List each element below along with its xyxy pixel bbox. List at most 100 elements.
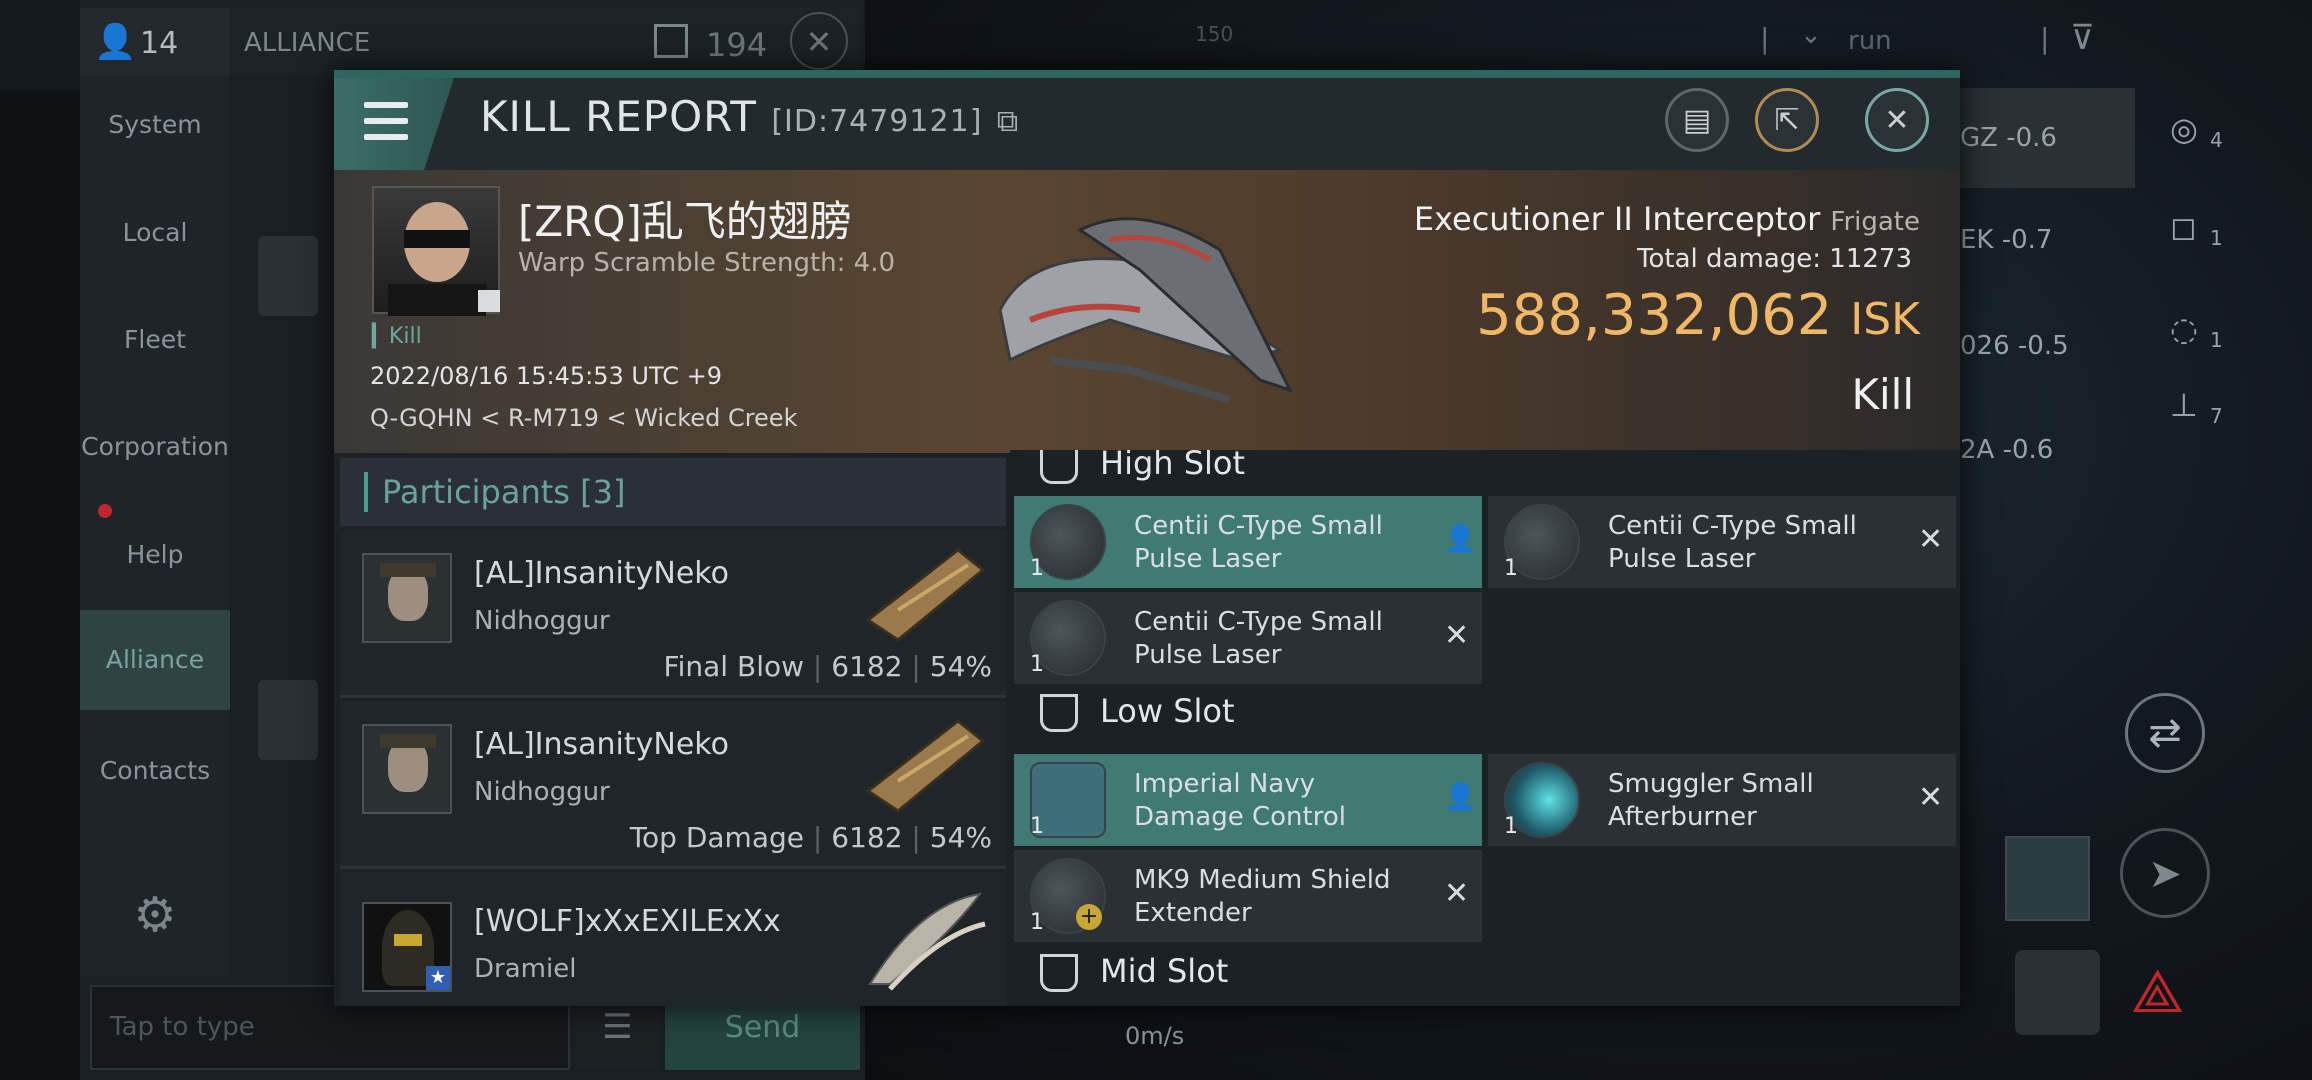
participant-row[interactable]: [AL]InsanityNeko Nidhoggur Final Blow | …	[340, 530, 1006, 698]
fitting-panel: High Slot 1 Centii C-Type Small Pulse La…	[1010, 450, 1960, 1006]
module-name: Centii C-Type Small Pulse Laser	[1134, 511, 1383, 574]
filter-icon[interactable]: ⊽	[2070, 18, 2095, 58]
user-icon: 👤	[94, 22, 137, 62]
module-name: Centii C-Type Small Pulse Laser	[1134, 607, 1383, 670]
ship-filter-icon[interactable]: ◎	[2170, 110, 2198, 148]
participant-ship: Dramiel	[474, 954, 577, 984]
participant-name: [AL]InsanityNeko	[474, 727, 729, 762]
isk-unit: ISK	[1850, 294, 1920, 345]
participant-percent: 54%	[929, 650, 992, 683]
module-item[interactable]: + 1 MK9 Medium Shield Extender ✕	[1014, 850, 1482, 942]
module-qty: 1	[1030, 910, 1044, 935]
overview-row[interactable]: EK -0.7	[1935, 190, 2135, 290]
participant-name: [WOLF]xXxEXILExXx	[474, 904, 781, 939]
count-2: 1	[2210, 226, 2223, 250]
modal-title: KILL REPORT [ID:7479121] ⧉	[480, 92, 1019, 141]
module-qty: 1	[1030, 556, 1044, 581]
plus-icon: +	[1076, 904, 1102, 930]
participant-ship: Nidhoggur	[474, 777, 610, 807]
menu-icon	[364, 102, 408, 108]
unread-count: 194	[706, 26, 768, 64]
scramble-strength: Warp Scramble Strength: 4.0	[518, 248, 896, 278]
participant-row[interactable]: [AL]InsanityNeko Nidhoggur Top Damage | …	[340, 701, 1006, 869]
participant-portrait[interactable]	[362, 724, 452, 814]
share-icon[interactable]: ⇱	[1755, 88, 1819, 152]
close-chat-icon[interactable]: ✕	[790, 12, 848, 70]
victim-portrait[interactable]	[372, 186, 500, 316]
destroyed-x-icon: ✕	[1444, 618, 1470, 653]
sidebar-item-help[interactable]: Help	[80, 540, 230, 580]
portrait-body	[388, 284, 486, 316]
high-slot-icon	[1040, 450, 1078, 484]
ship-name: Executioner II Interceptor	[1413, 200, 1821, 238]
participant-portrait[interactable]: ★	[362, 902, 452, 992]
navigate-icon[interactable]: ➤	[2120, 828, 2210, 918]
sidebar-item-corporation[interactable]: Corporation	[80, 432, 230, 472]
participant-damage: 6182	[831, 821, 903, 854]
module-qty: 1	[1504, 556, 1518, 581]
online-count: 14	[140, 26, 179, 61]
module-item[interactable]: 1 Centii C-Type Small Pulse Laser ✕	[1014, 592, 1482, 684]
participant-role: Final Blow	[663, 650, 804, 683]
victim-ship: Executioner II Interceptor Frigate	[1300, 200, 1920, 238]
destroyed-x-icon: ✕	[1444, 876, 1470, 911]
overview-row[interactable]: 2A -0.6	[1935, 400, 2135, 500]
module-item[interactable]: 1 Imperial Navy Damage Control 👤	[1014, 754, 1482, 846]
channel-header: ALLIANCE 194 ✕	[230, 8, 860, 76]
module-qty: 1	[1504, 814, 1518, 839]
participant-row[interactable]: ★ [WOLF]xXxEXILExXx Dramiel	[340, 872, 1006, 1006]
station-filter-icon[interactable]: ⊥	[2170, 386, 2198, 424]
online-count-box[interactable]: 👤 14	[80, 8, 230, 76]
sidebar-item-local[interactable]: Local	[80, 218, 230, 258]
sidebar-item-contacts[interactable]: Contacts	[80, 756, 230, 796]
module-item[interactable]: 1 Centii C-Type Small Pulse Laser ✕	[1488, 496, 1956, 588]
destroyed-x-icon: ✕	[1918, 522, 1944, 557]
low-slot-icon	[1040, 694, 1078, 732]
close-icon[interactable]: ✕	[1865, 88, 1929, 152]
isk-amount: 588,332,062	[1476, 283, 1833, 348]
message-icon[interactable]	[654, 24, 688, 58]
result-label: Kill	[1851, 370, 1914, 419]
count-4: 7	[2210, 404, 2223, 428]
participant-damage: 6182	[831, 650, 903, 683]
divider-2: |	[2040, 22, 2050, 55]
module-button[interactable]	[2015, 950, 2100, 1035]
portrait-visor	[394, 934, 422, 946]
weapon-icon[interactable]: ⟁	[2115, 950, 2200, 1035]
person-icon: 👤	[1444, 524, 1477, 554]
copy-icon[interactable]: ⧉	[997, 104, 1019, 139]
participant-name: [AL]InsanityNeko	[474, 556, 729, 591]
mid-slot-title: Mid Slot	[1100, 952, 1229, 990]
chat-avatar[interactable]	[258, 236, 318, 316]
swap-icon[interactable]: ⇄	[2125, 693, 2205, 773]
clipboard-icon[interactable]: ▤	[1665, 88, 1729, 152]
total-damage-value: 11273	[1829, 244, 1912, 274]
participants-header: Participants [3]	[340, 458, 1006, 526]
module-qty: 1	[1030, 814, 1044, 839]
chevron-down-icon[interactable]: ⌄	[1800, 20, 1822, 50]
module-item[interactable]: 1 Smuggler Small Afterburner ✕	[1488, 754, 1956, 846]
destroyed-x-icon: ✕	[1918, 780, 1944, 815]
gate-filter-icon[interactable]: ◌	[2170, 310, 2198, 348]
notification-dot	[98, 504, 112, 518]
ship-class: Frigate	[1830, 207, 1920, 237]
kill-tag-text: Kill	[388, 324, 422, 349]
participant-percent: 54%	[929, 821, 992, 854]
mid-slot-icon	[1040, 954, 1078, 992]
sidebar-item-system[interactable]: System	[80, 110, 230, 150]
sidebar-item-fleet[interactable]: Fleet	[80, 325, 230, 365]
kill-tag: ▎Kill	[372, 324, 422, 349]
overview-row[interactable]: 026 -0.5	[1935, 296, 2135, 396]
count-1: 4	[2210, 128, 2223, 152]
gear-icon[interactable]: ⚙	[120, 880, 190, 950]
participants-accent-bar	[364, 472, 368, 512]
overview-row[interactable]: GZ -0.6	[1935, 88, 2135, 188]
module-button[interactable]	[2005, 836, 2090, 921]
module-item[interactable]: 1 Centii C-Type Small Pulse Laser 👤	[1014, 496, 1482, 588]
participant-portrait[interactable]	[362, 553, 452, 643]
structure-filter-icon[interactable]: ◻	[2170, 208, 2197, 246]
sidebar-item-alliance[interactable]: Alliance	[80, 610, 230, 710]
count-3: 1	[2210, 328, 2223, 352]
victim-name: [ZRQ]乱飞的翅膀	[518, 197, 852, 246]
chat-avatar[interactable]	[258, 680, 318, 760]
